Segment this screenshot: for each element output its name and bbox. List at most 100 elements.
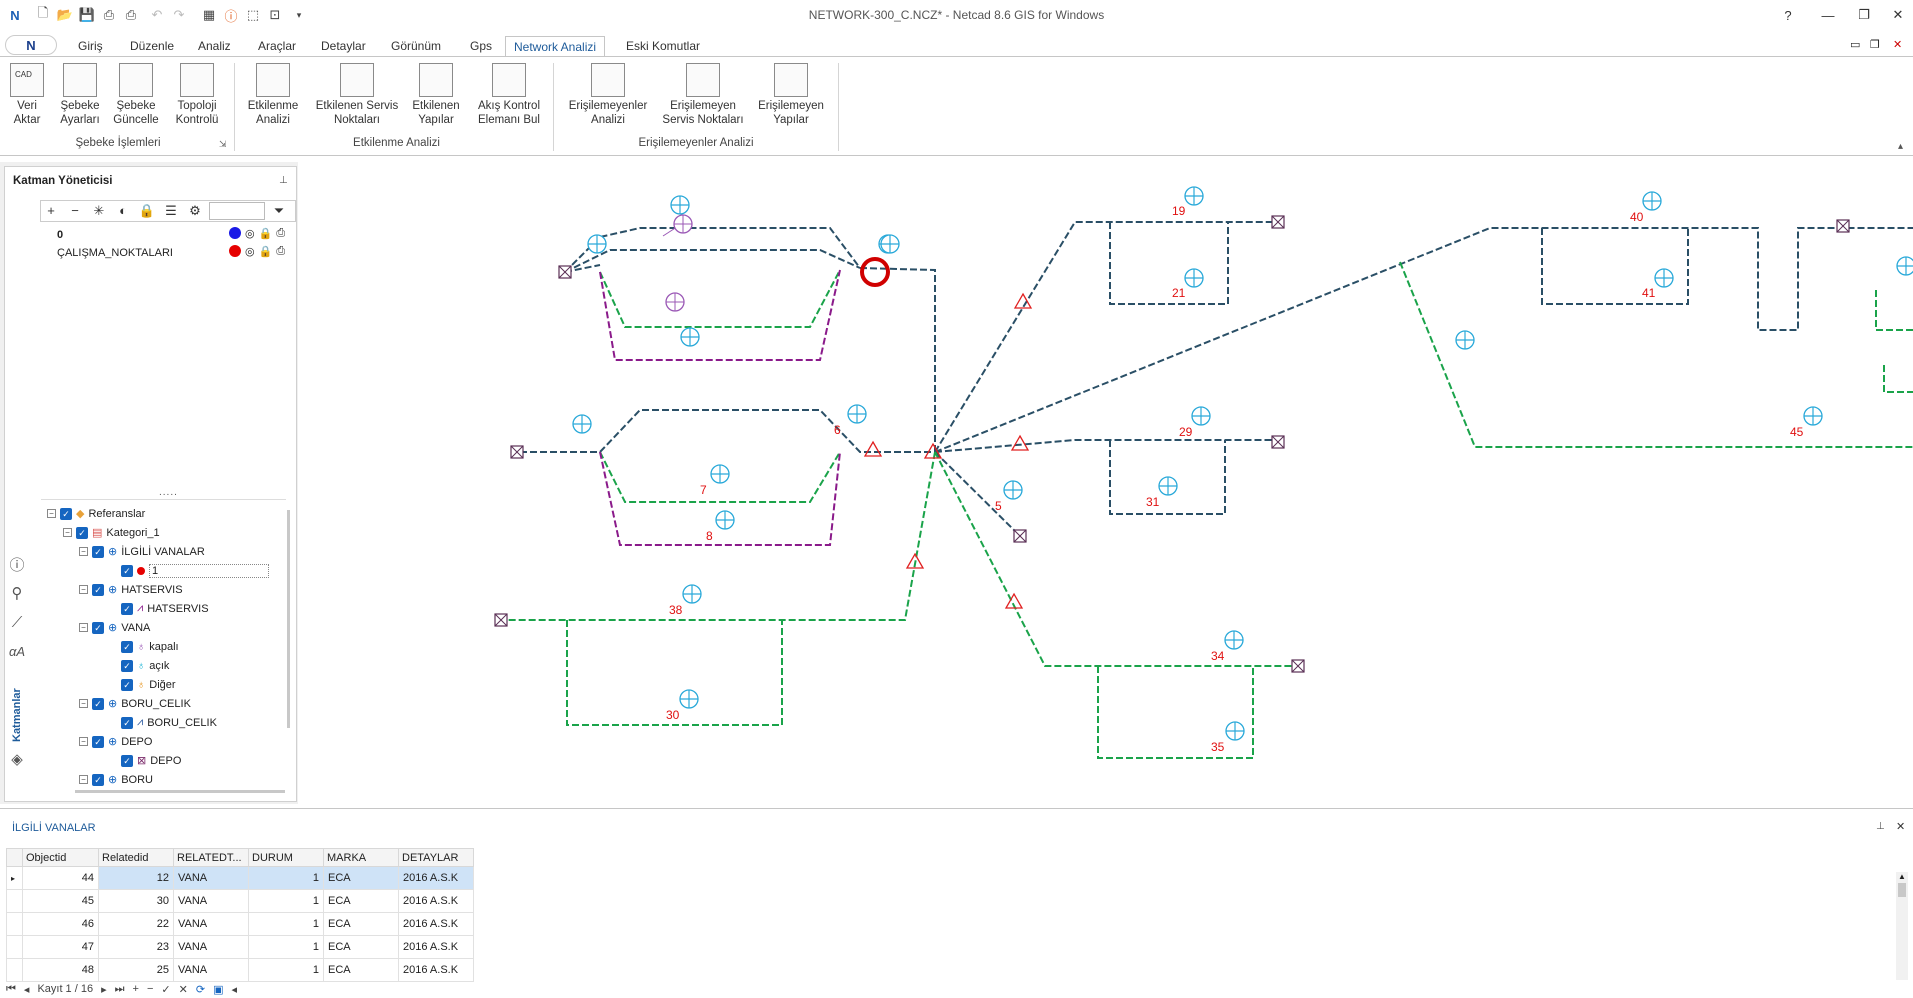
closed-valve-icon[interactable] xyxy=(665,292,685,312)
tree-item-diger[interactable]: ✓ ♁ Diğer xyxy=(121,675,176,694)
open-valve-icon[interactable] xyxy=(1191,406,1211,426)
visibility-icon[interactable]: ◎ xyxy=(245,227,255,240)
table-row[interactable]: 47 23 VANA 1 ECA 2016 A.S.K xyxy=(6,935,474,959)
table-cell[interactable]: 2016 A.S.K xyxy=(398,866,474,890)
group-launcher-icon[interactable]: ⇲ xyxy=(219,139,227,150)
minimize-button[interactable]: — xyxy=(1810,4,1846,26)
sebeke-ayarlari-button[interactable]: Şebeke Ayarları xyxy=(55,63,105,127)
table-cell[interactable]: 12 xyxy=(98,866,174,890)
table-cell[interactable]: ECA xyxy=(323,866,399,890)
table-cell[interactable]: 2016 A.S.K xyxy=(398,958,474,982)
measure-icon[interactable]: ⟋ xyxy=(4,614,30,644)
splitter-handle[interactable]: ..... xyxy=(159,487,178,498)
table-cell[interactable]: ECA xyxy=(323,912,399,936)
collapse-icon[interactable]: − xyxy=(79,547,88,556)
checkbox[interactable]: ✓ xyxy=(60,507,72,520)
collapse-icon[interactable]: − xyxy=(47,509,56,518)
tab-araclar[interactable]: Araçlar xyxy=(250,36,304,56)
table-cell[interactable]: 44 xyxy=(22,866,99,890)
tab-network-analizi[interactable]: Network Analizi xyxy=(505,36,606,56)
open-valve-icon[interactable] xyxy=(847,404,867,424)
next-record-icon[interactable]: ▸ xyxy=(101,983,107,996)
visibility-icon[interactable]: ◎ xyxy=(245,245,255,258)
closed-valve-icon[interactable] xyxy=(662,214,693,237)
depot-symbol[interactable] xyxy=(494,613,508,627)
open-valve-icon[interactable] xyxy=(715,510,735,530)
sebeke-guncelle-button[interactable]: Şebeke Güncelle xyxy=(110,63,162,127)
open-valve-icon[interactable] xyxy=(1158,476,1178,496)
ribbon-minimize-icon[interactable]: ▭ xyxy=(1850,38,1860,51)
collapse-icon[interactable]: − xyxy=(63,528,72,537)
tree-item-ilgili-vanalar[interactable]: − ✓ ⊕ İLGİLİ VANALAR xyxy=(79,542,205,561)
depot-symbol[interactable] xyxy=(1013,529,1027,543)
tree-item-kapali[interactable]: ✓ ♁ kapalı xyxy=(121,637,179,656)
layer-color-icon[interactable] xyxy=(229,245,241,257)
add-record-icon[interactable]: + xyxy=(133,983,139,995)
tab-eski-komutlar[interactable]: Eski Komutlar xyxy=(618,36,708,56)
topoloji-kontrolu-button[interactable]: Topoloji Kontrolü xyxy=(170,63,224,127)
tree-item-referanslar[interactable]: − ✓ ◆ Referanslar xyxy=(47,504,145,523)
tree-hscrollbar[interactable] xyxy=(75,790,285,793)
open-valve-icon[interactable] xyxy=(1654,268,1674,288)
open-valve-icon[interactable] xyxy=(679,689,699,709)
open-valve-icon[interactable] xyxy=(680,327,700,347)
table-cell[interactable]: 1 xyxy=(248,889,324,913)
depot-symbol[interactable] xyxy=(558,265,572,279)
table-cell[interactable]: 2016 A.S.K xyxy=(398,935,474,959)
table-cell[interactable]: 45 xyxy=(22,889,99,913)
add-layer-icon[interactable]: + xyxy=(41,201,61,221)
layer-settings-icon[interactable]: ⚙ xyxy=(185,201,205,221)
checkbox[interactable]: ✓ xyxy=(121,678,133,691)
table-cell[interactable]: 1 xyxy=(248,935,324,959)
close-icon[interactable]: ✕ xyxy=(1896,820,1905,833)
column-header[interactable]: MARKA xyxy=(323,848,399,867)
table-cell[interactable]: ECA xyxy=(323,889,399,913)
layer-row-calisma-noktalari[interactable]: ÇALIŞMA_NOKTALARI xyxy=(57,247,173,259)
pin-icon[interactable]: ⊥ xyxy=(1876,821,1885,832)
depot-symbol[interactable] xyxy=(1271,435,1285,449)
table-cell[interactable]: ECA xyxy=(323,935,399,959)
checkbox[interactable]: ✓ xyxy=(92,583,104,596)
network-map[interactable]: 19 21 40 41 29 31 45 5 7 8 38 30 34 35 6 xyxy=(300,162,1913,804)
ribbon-restore-icon[interactable]: ❐ xyxy=(1870,38,1880,51)
depot-symbol[interactable] xyxy=(510,445,524,459)
checkbox[interactable]: ✓ xyxy=(121,754,133,767)
scroll-thumb[interactable] xyxy=(1898,883,1906,897)
sparkle-icon[interactable]: ✳ xyxy=(89,201,109,221)
lock-icon[interactable]: 🔒 xyxy=(259,245,273,258)
table-cell[interactable]: 25 xyxy=(98,958,174,982)
previous-record-icon[interactable]: ◂ xyxy=(24,983,30,996)
checkbox[interactable]: ✓ xyxy=(92,773,104,786)
open-valve-icon[interactable] xyxy=(1455,330,1475,350)
veri-aktar-button[interactable]: CAD Veri Aktar xyxy=(8,63,46,127)
depot-symbol[interactable] xyxy=(1836,219,1850,233)
tab-analiz[interactable]: Analiz xyxy=(190,36,239,56)
ribbon-collapse-icon[interactable]: ▴ xyxy=(1898,141,1903,152)
scroll-up-icon[interactable]: ▲ xyxy=(1896,872,1908,881)
map-canvas[interactable]: 19 21 40 41 29 31 45 5 7 8 38 30 34 35 6 xyxy=(300,162,1913,804)
text-style-icon[interactable]: αA xyxy=(4,644,30,674)
erisilemeyen-yapilar-button[interactable]: Erişilemeyen Yapılar xyxy=(756,63,826,127)
table-cell[interactable]: 46 xyxy=(22,912,99,936)
pin-icon[interactable]: ⊥ xyxy=(279,175,288,186)
search-icon[interactable]: ⚲ xyxy=(4,584,30,614)
cancel-icon[interactable]: ✕ xyxy=(179,983,188,996)
tree-item-vana[interactable]: − ✓ ⊕ VANA xyxy=(79,618,150,637)
checkbox[interactable]: ✓ xyxy=(92,621,104,634)
open-valve-icon[interactable] xyxy=(1224,630,1244,650)
erisilemeyen-servis-button[interactable]: Erişilemeyen Servis Noktaları xyxy=(660,63,746,127)
open-valve-icon[interactable] xyxy=(682,584,702,604)
collapse-icon[interactable]: − xyxy=(79,737,88,746)
delete-record-icon[interactable]: − xyxy=(147,983,153,995)
akis-kontrol-button[interactable]: Akış Kontrol Elemanı Bul xyxy=(472,63,546,127)
table-cell[interactable]: 47 xyxy=(22,935,99,959)
app-menu-button[interactable]: N xyxy=(5,35,57,55)
column-header[interactable]: DETAYLAR xyxy=(398,848,474,867)
warning-icon[interactable] xyxy=(864,441,882,457)
close-button[interactable]: ✕ xyxy=(1880,4,1913,26)
tree-item-hatservis[interactable]: − ✓ ⊕ HATSERVIS xyxy=(79,580,183,599)
table-scrollbar[interactable]: ▲ xyxy=(1896,872,1908,980)
open-valve-icon[interactable] xyxy=(1803,406,1823,426)
tree-item-kategori[interactable]: − ✓ ▤ Kategori_1 xyxy=(63,523,160,542)
etkilenen-servis-noktalari-button[interactable]: Etkilenen Servis Noktaları xyxy=(313,63,401,127)
